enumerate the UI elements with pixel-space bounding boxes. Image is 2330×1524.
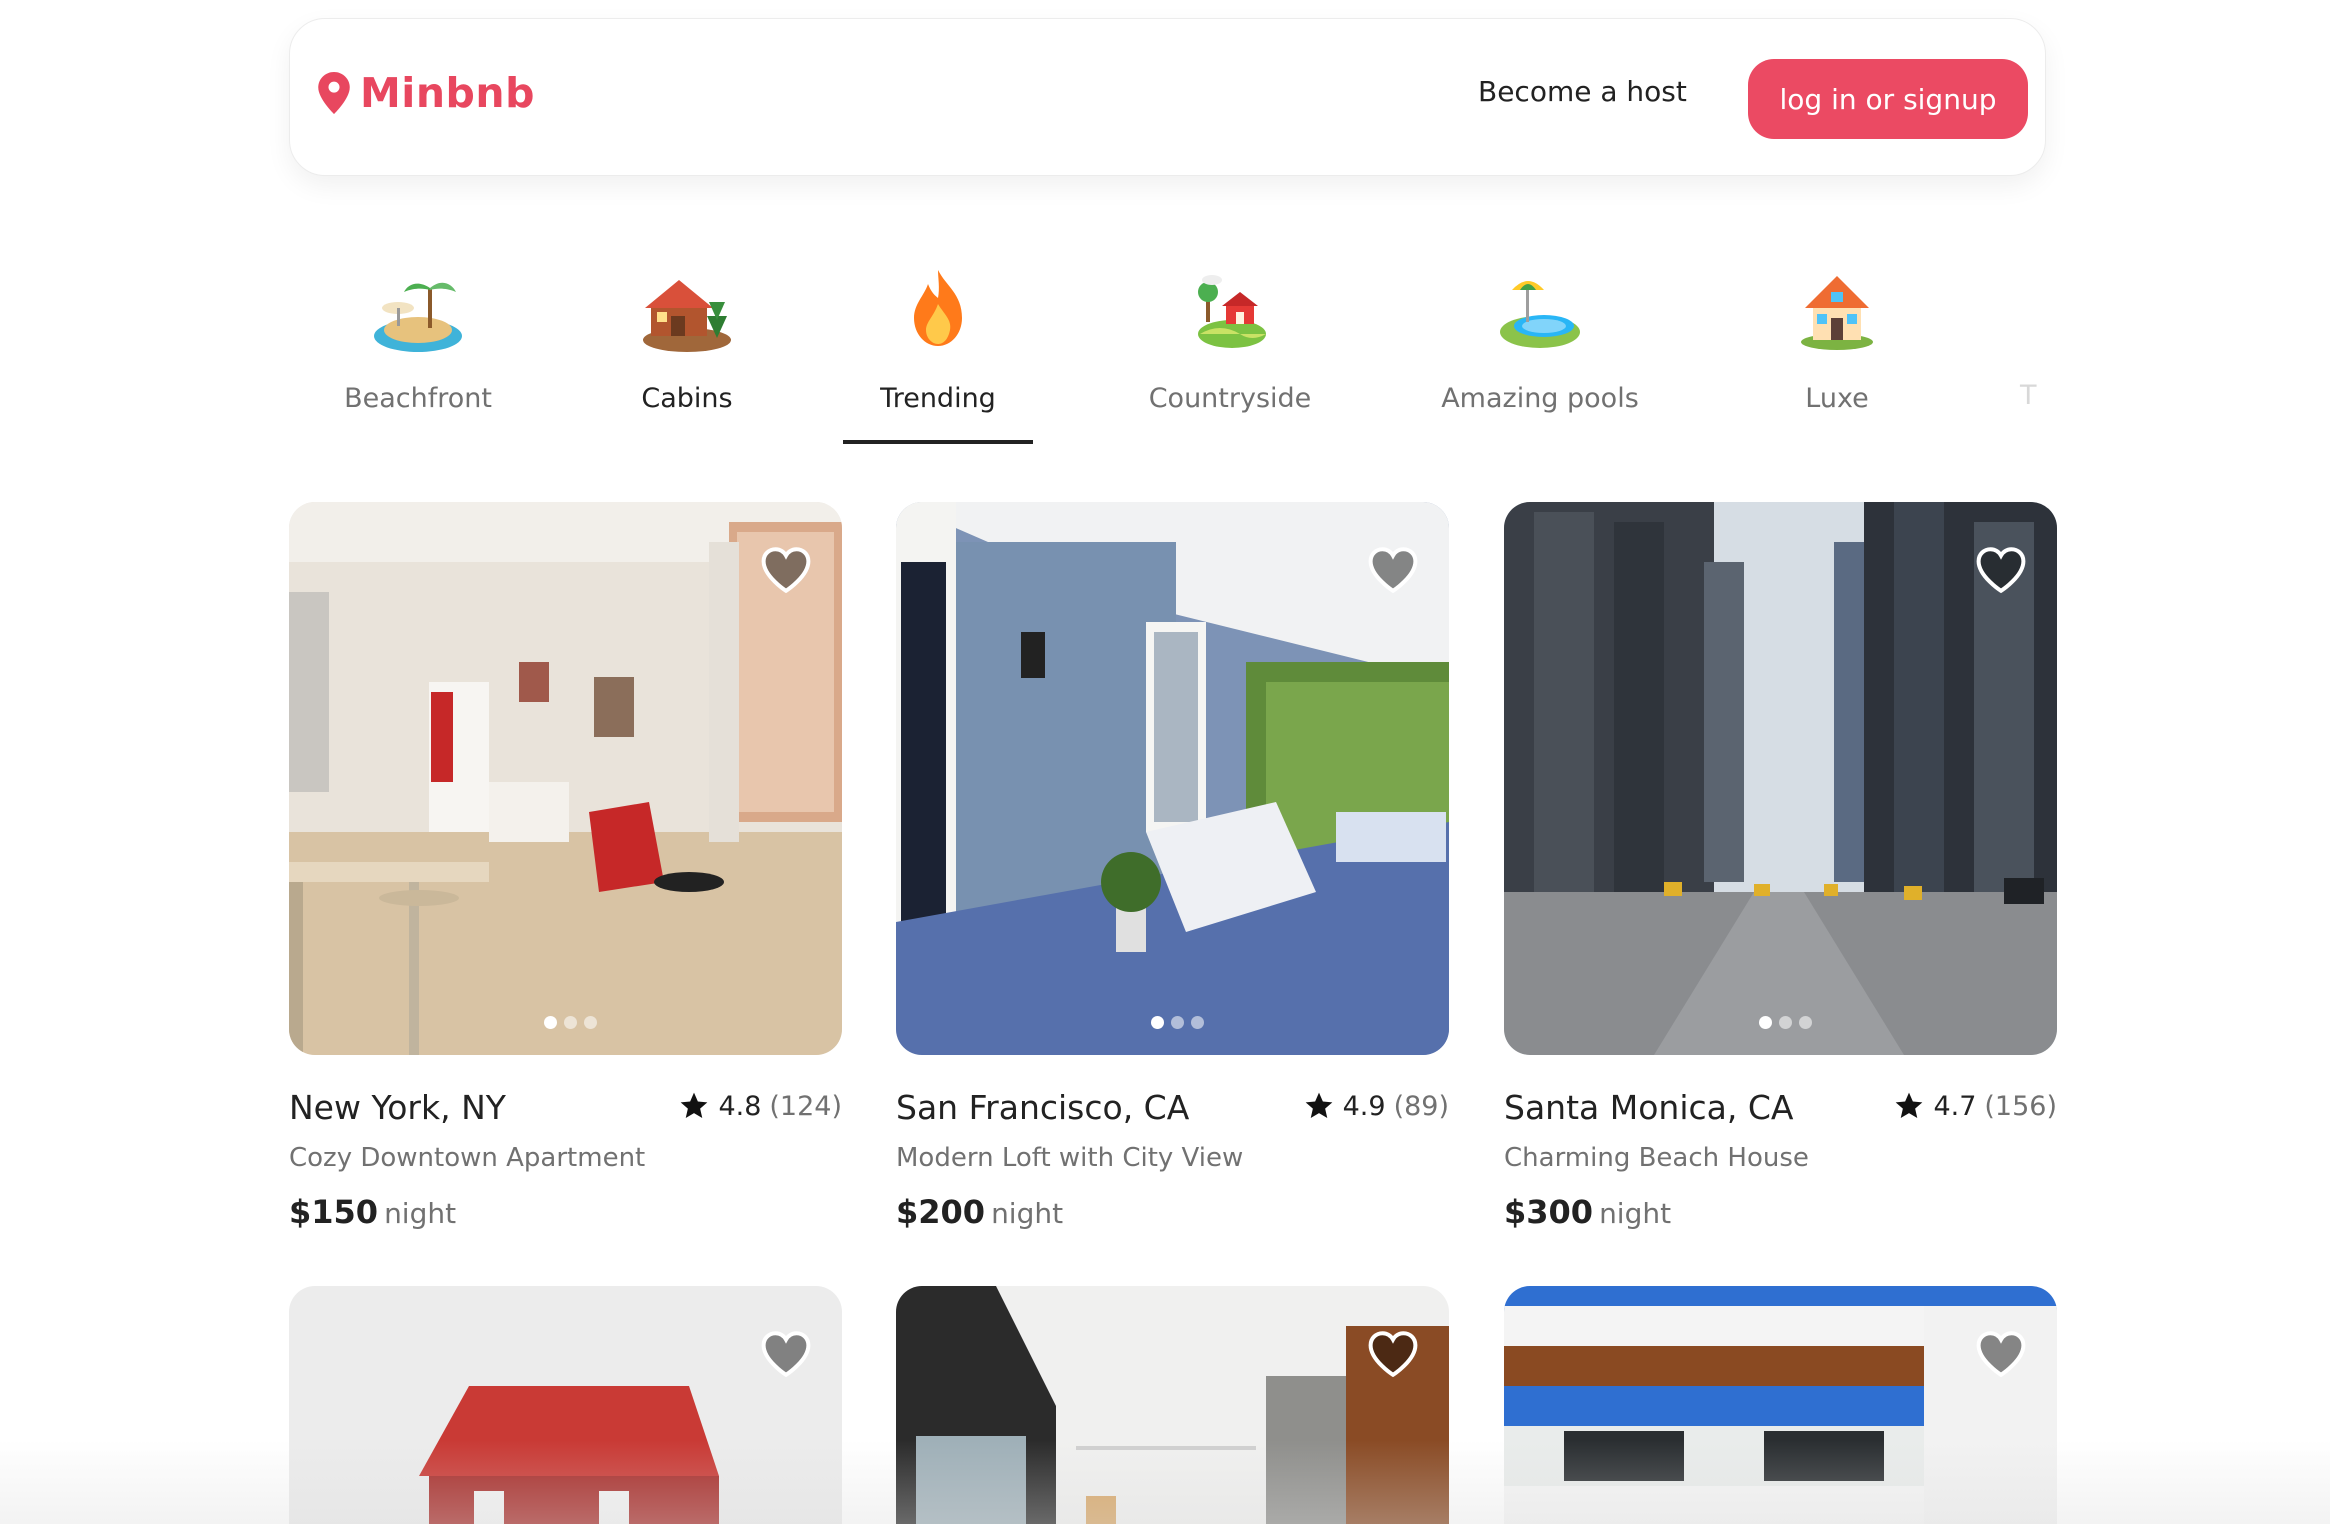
review-count: (89): [1393, 1090, 1449, 1122]
brand-name: Minbnb: [360, 69, 535, 117]
pool-icon: [1500, 281, 1580, 348]
listing-image[interactable]: [1504, 502, 2057, 1055]
category-overflow-label[interactable]: T: [2020, 380, 2037, 411]
listing-title: Modern Loft with City View: [896, 1143, 1244, 1173]
island-icon: [374, 282, 462, 352]
price-value: $300: [1504, 1193, 1594, 1231]
image-carousel-dots[interactable]: [543, 1016, 597, 1029]
active-category-indicator: [843, 440, 1033, 444]
listing-title: Charming Beach House: [1504, 1143, 1809, 1173]
listing-image[interactable]: [289, 502, 842, 1055]
cabin-icon: [643, 280, 731, 352]
login-signup-button[interactable]: log in or signup: [1748, 59, 2028, 139]
category-label: Countryside: [1148, 383, 1312, 414]
house-icon: [1801, 276, 1873, 350]
rating-value: 4.9: [1342, 1090, 1386, 1122]
category-label: Beachfront: [344, 383, 492, 414]
countryside-icon: [1198, 275, 1266, 348]
listing-city: Santa Monica, CA: [1504, 1088, 1794, 1127]
brand-logo[interactable]: Minbnb: [318, 69, 535, 117]
listing-price: $200 night: [896, 1193, 1063, 1231]
favorite-heart-icon[interactable]: [760, 1330, 812, 1378]
top-header: Minbnb Become a host log in or signup: [289, 18, 2046, 176]
become-host-link[interactable]: Become a host: [1478, 75, 1687, 108]
review-count: (156): [1984, 1090, 2057, 1122]
favorite-heart-icon[interactable]: [1367, 546, 1419, 594]
price-unit: night: [384, 1197, 457, 1230]
price-value: $200: [896, 1193, 986, 1231]
listing-info[interactable]: New York, NY 4.8 (124) Cozy Downtown Apa…: [289, 1088, 842, 1238]
listing-image[interactable]: [896, 502, 1449, 1055]
price-unit: night: [991, 1197, 1064, 1230]
fire-icon: [914, 270, 962, 346]
favorite-heart-icon[interactable]: [1367, 1330, 1419, 1378]
bottom-shadow: [0, 1440, 2330, 1524]
listing-rating: 4.7 (156): [1893, 1090, 2057, 1122]
favorite-heart-icon[interactable]: [1975, 546, 2027, 594]
category-label: Luxe: [1805, 383, 1869, 414]
rating-value: 4.8: [718, 1090, 762, 1122]
listing-info[interactable]: Santa Monica, CA 4.7 (156) Charming Beac…: [1504, 1088, 2057, 1238]
listing-info[interactable]: San Francisco, CA 4.9 (89) Modern Loft w…: [896, 1088, 1449, 1238]
category-label: Cabins: [641, 383, 733, 414]
listing-title: Cozy Downtown Apartment: [289, 1143, 646, 1173]
listing-city: San Francisco, CA: [896, 1088, 1190, 1127]
star-icon: [1896, 1092, 1923, 1118]
star-icon: [681, 1092, 708, 1118]
image-carousel-dots[interactable]: [1758, 1016, 1812, 1029]
price-value: $150: [289, 1193, 379, 1231]
listing-price: $150 night: [289, 1193, 456, 1231]
listing-rating: 4.8 (124): [678, 1090, 842, 1122]
price-unit: night: [1599, 1197, 1672, 1230]
rating-value: 4.7: [1933, 1090, 1977, 1122]
review-count: (124): [769, 1090, 842, 1122]
map-pin-icon: [318, 72, 350, 114]
favorite-heart-icon[interactable]: [1975, 1330, 2027, 1378]
listing-rating: 4.9 (89): [1303, 1090, 1449, 1122]
favorite-heart-icon[interactable]: [760, 546, 812, 594]
image-carousel-dots[interactable]: [1150, 1016, 1204, 1029]
listing-city: New York, NY: [289, 1088, 506, 1127]
category-label: Amazing pools: [1441, 383, 1639, 414]
category-label: Trending: [880, 383, 996, 414]
listing-price: $300 night: [1504, 1193, 1671, 1231]
star-icon: [1305, 1092, 1332, 1118]
